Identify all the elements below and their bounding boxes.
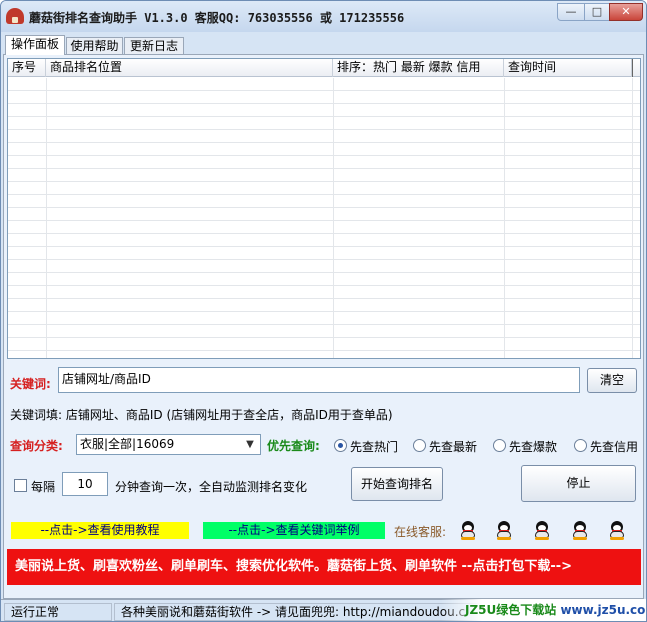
radio-hot[interactable] xyxy=(334,439,347,452)
keyword-hint: 关键词填: 店铺网址、商品ID (店铺网址用于查全店，商品ID用于查单品) xyxy=(10,408,393,422)
tab-changelog[interactable]: 更新日志 xyxy=(124,37,184,55)
priority-label: 优先查询: xyxy=(267,439,320,453)
column-rank-position[interactable]: 商品排名位置 xyxy=(46,59,333,77)
window-title: 蘑菇街排名查询助手 V1.3.0 客服QQ: 763035556 或 17123… xyxy=(29,11,405,25)
qq-penguin-icon[interactable] xyxy=(458,520,478,540)
radio-hot-label[interactable]: 先查热门 xyxy=(350,438,398,455)
category-label: 查询分类: xyxy=(10,439,63,453)
close-button[interactable]: ✕ xyxy=(609,3,643,21)
tab-help[interactable]: 使用帮助 xyxy=(66,37,123,55)
radio-newest[interactable] xyxy=(413,439,426,452)
column-divider xyxy=(504,78,505,358)
table-body[interactable] xyxy=(8,78,640,358)
column-index[interactable]: 序号 xyxy=(8,59,46,77)
operation-panel: 序号 商品排名位置 排序：热门 最新 爆款 信用 查询时间 关键词: 店铺网址/… xyxy=(3,54,644,599)
column-divider xyxy=(46,78,47,358)
interval-checkbox-label[interactable]: 每隔 xyxy=(31,478,55,495)
keyword-label: 关键词: xyxy=(10,377,51,391)
watermark-url: www.jz5u.com xyxy=(560,603,646,617)
watermark: JZ5U绿色下载站 www.jz5u.com xyxy=(441,599,646,621)
radio-newest-label[interactable]: 先查最新 xyxy=(429,438,477,455)
table-header: 序号 商品排名位置 排序：热门 最新 爆款 信用 查询时间 xyxy=(8,59,640,77)
status-state: 运行正常 xyxy=(4,603,112,621)
ad-banner[interactable]: 美丽说上货、刷喜欢粉丝、刷单刷车、搜索优化软件。蘑菇街上货、刷单软件 --点击打… xyxy=(7,549,641,585)
category-select[interactable]: 衣服|全部|16069 ▼ xyxy=(76,434,261,455)
stop-button[interactable]: 停止 xyxy=(521,465,636,502)
tab-operation-panel[interactable]: 操作面板 xyxy=(5,35,65,55)
title-bar[interactable]: 蘑菇街排名查询助手 V1.3.0 客服QQ: 763035556 或 17123… xyxy=(1,1,646,32)
category-select-value: 衣服|全部|16069 xyxy=(80,437,175,451)
column-sort[interactable]: 排序：热门 最新 爆款 信用 xyxy=(333,59,504,77)
interval-suffix: 分钟查询一次，全自动监测排名变化 xyxy=(115,480,308,494)
mushroom-icon xyxy=(6,8,24,24)
watermark-site-name: JZ5U绿色下载站 xyxy=(465,603,557,617)
interval-checkbox[interactable] xyxy=(14,479,27,492)
qq-penguin-icon[interactable] xyxy=(607,520,627,540)
interval-minutes-input[interactable]: 10 xyxy=(62,472,108,496)
clear-button[interactable]: 清空 xyxy=(587,368,637,393)
results-table[interactable]: 序号 商品排名位置 排序：热门 最新 爆款 信用 查询时间 xyxy=(7,58,641,359)
qq-penguin-icon[interactable] xyxy=(570,520,590,540)
radio-credit[interactable] xyxy=(574,439,587,452)
tutorial-link[interactable]: --点击->查看使用教程 xyxy=(11,522,189,539)
keyword-example-link[interactable]: --点击->查看关键词举例 xyxy=(203,522,385,539)
header-end xyxy=(632,59,640,77)
column-divider xyxy=(333,78,334,358)
online-service-label: 在线客服: xyxy=(394,525,447,539)
keyword-input[interactable]: 店铺网址/商品ID xyxy=(58,367,580,393)
radio-bestseller-label[interactable]: 先查爆款 xyxy=(509,438,557,455)
app-window: 蘑菇街排名查询助手 V1.3.0 客服QQ: 763035556 或 17123… xyxy=(0,0,647,622)
column-divider xyxy=(632,78,633,358)
qq-penguin-icon[interactable] xyxy=(494,520,514,540)
column-query-time[interactable]: 查询时间 xyxy=(504,59,632,77)
radio-credit-label[interactable]: 先查信用 xyxy=(590,438,638,455)
minimize-button[interactable]: — xyxy=(557,3,585,21)
radio-bestseller[interactable] xyxy=(493,439,506,452)
qq-penguin-icon[interactable] xyxy=(532,520,552,540)
start-query-button[interactable]: 开始查询排名 xyxy=(351,467,443,501)
maximize-button[interactable]: □ xyxy=(584,3,610,21)
chevron-down-icon[interactable]: ▼ xyxy=(243,437,257,453)
